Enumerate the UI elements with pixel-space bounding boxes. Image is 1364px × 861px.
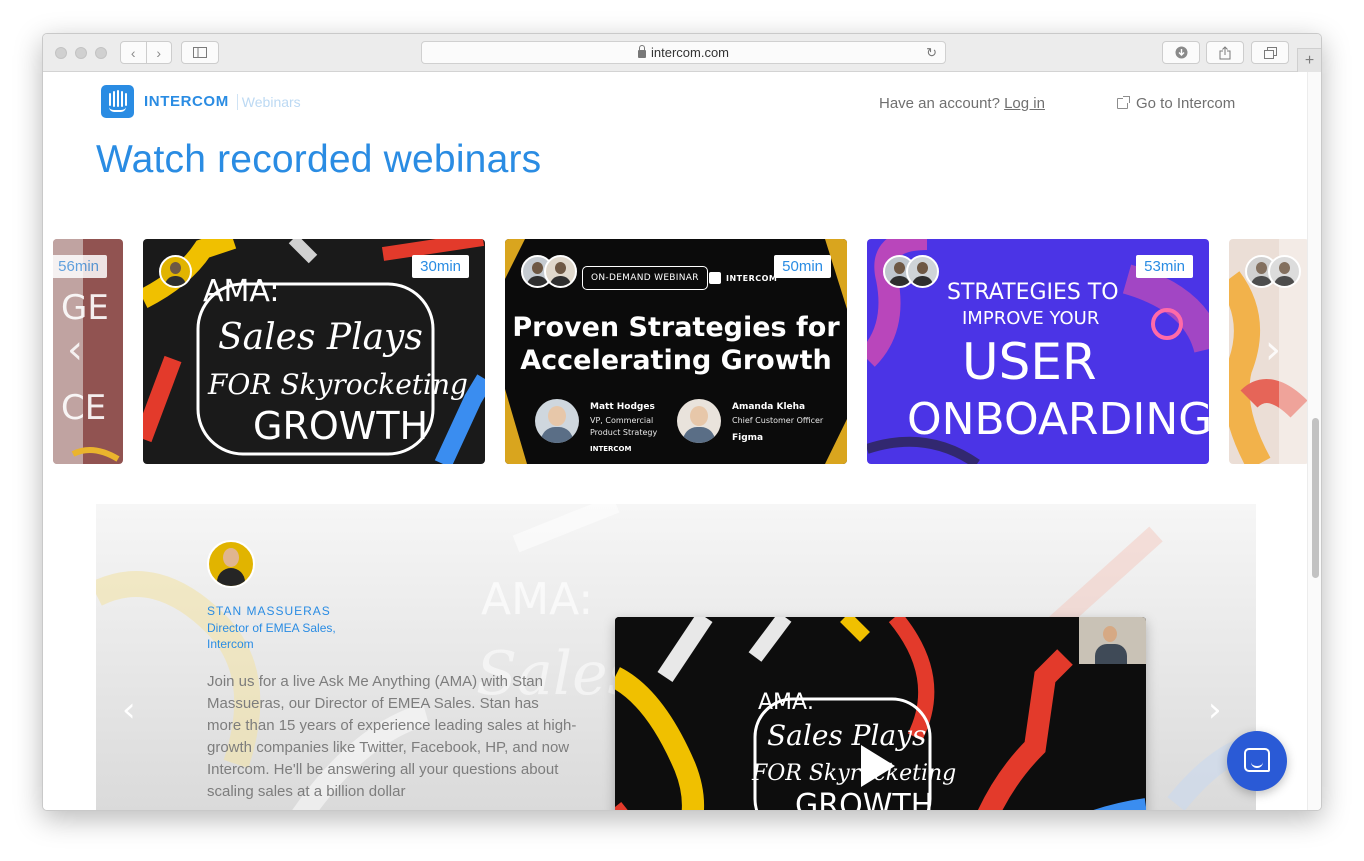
speaker-block: Amanda Kleha Chief Customer Officer Figm…: [677, 399, 823, 443]
brand-name: INTERCOM: [144, 93, 229, 110]
browser-toolbar: ‹ › intercom.com ↻ +: [43, 34, 1321, 72]
svg-text:ONBOARDING: ONBOARDING: [907, 394, 1209, 445]
speaker-avatars: [883, 255, 939, 288]
duration-badge: 53min: [1136, 255, 1193, 278]
avatar: [906, 255, 939, 288]
external-link-icon: [1117, 96, 1130, 109]
share-button[interactable]: [1206, 41, 1244, 64]
speaker-name: STAN MASSUERAS: [207, 604, 331, 618]
go-to-intercom-link[interactable]: Go to Intercom: [1117, 95, 1235, 112]
webpage: INTERCOM Webinars Have an account? Log i…: [43, 72, 1309, 811]
webinar-card[interactable]: AMA: Sales Plays FOR Skyrocketing GROWTH…: [143, 239, 485, 464]
svg-text:GROWTH: GROWTH: [795, 788, 933, 811]
scrollbar[interactable]: [1307, 72, 1321, 810]
url-text: intercom.com: [650, 45, 730, 60]
svg-text:AMA:: AMA:: [758, 690, 814, 715]
address-bar[interactable]: intercom.com ↻: [421, 41, 946, 64]
svg-text:FOR Skyrocketing: FOR Skyrocketing: [751, 761, 956, 786]
svg-text:GROWTH: GROWTH: [253, 404, 428, 448]
svg-text:Sales Plays: Sales Plays: [767, 719, 926, 752]
chevron-left-icon[interactable]: ‹: [121, 42, 146, 63]
svg-text:CE: CE: [61, 388, 106, 428]
speaker-avatars: [521, 255, 577, 288]
speaker-name: Amanda Kleha: [732, 402, 806, 412]
speaker-avatar: [207, 540, 255, 588]
speaker-photo: [677, 399, 721, 443]
page-title: Watch recorded webinars: [96, 138, 542, 181]
share-icon: [1219, 45, 1231, 59]
svg-text:STRATEGIES TO: STRATEGIES TO: [947, 280, 1119, 305]
duration-badge: 30min: [412, 255, 469, 278]
browser-window: ‹ › intercom.com ↻ + INTERCOM Webinars H…: [42, 33, 1322, 811]
tabs-button[interactable]: [1251, 41, 1289, 64]
webinar-card[interactable]: ON-DEMAND WEBINAR INTERCOM Proven Strate…: [505, 239, 847, 464]
sidebar-button[interactable]: [181, 41, 219, 64]
chat-launcher[interactable]: [1227, 731, 1287, 791]
duration-badge: 50min: [774, 255, 831, 278]
history-nav: ‹ ›: [120, 41, 172, 64]
featured-webinar: AMA: Sales STAN MASSUERAS Director of EM…: [96, 504, 1256, 811]
speaker-role: VP, Commercial Product Strategy: [590, 416, 658, 437]
account-prompt: Have an account? Log in: [879, 95, 1045, 112]
duration-badge: 56min: [53, 255, 107, 278]
download-button[interactable]: [1162, 41, 1200, 64]
avatar: [544, 255, 577, 288]
webinar-title: Proven Strategies for Accelerating Growt…: [512, 312, 840, 376]
play-icon[interactable]: [861, 745, 895, 787]
download-icon: [1175, 46, 1187, 59]
svg-text:USER: USER: [962, 333, 1097, 391]
featured-prev-chevron-left-icon[interactable]: ‹: [122, 690, 136, 730]
speaker-company: Figma: [732, 433, 764, 443]
featured-next-chevron-right-icon[interactable]: ›: [1208, 690, 1222, 730]
speaker-role: Director of EMEA Sales, Intercom: [207, 621, 336, 651]
svg-text:IMPROVE YOUR: IMPROVE YOUR: [962, 308, 1099, 329]
video-player[interactable]: AMA: Sales Plays FOR Skyrocketing GROWTH: [615, 617, 1146, 811]
on-demand-badge: ON-DEMAND WEBINAR: [582, 266, 708, 290]
minimize-window-button[interactable]: [75, 47, 87, 59]
chevron-left-icon[interactable]: ‹: [67, 327, 83, 373]
svg-text:AMA:: AMA:: [481, 574, 593, 625]
speaker-name: Matt Hodges: [590, 402, 655, 412]
speaker-photo: [535, 399, 579, 443]
speaker-block: Matt Hodges VP, Commercial Product Strat…: [535, 399, 668, 453]
svg-text:GE: GE: [61, 288, 109, 328]
lock-icon: [637, 44, 646, 58]
intercom-wordmark: INTERCOM: [709, 272, 777, 284]
speaker-avatars: [1245, 255, 1301, 288]
svg-text:Sales Plays: Sales Plays: [218, 317, 423, 358]
webinar-card-next[interactable]: ›: [1229, 239, 1309, 464]
intercom-logo-icon: [101, 85, 134, 118]
svg-text:FOR Skyrocketing: FOR Skyrocketing: [207, 368, 468, 401]
speaker-company: INTERCOM: [590, 445, 632, 453]
login-link[interactable]: Log in: [1004, 95, 1045, 112]
webinar-description: Join us for a live Ask Me Anything (AMA)…: [207, 673, 577, 800]
sidebar-icon: [193, 47, 207, 58]
zoom-window-button[interactable]: [95, 47, 107, 59]
new-tab-button[interactable]: +: [1297, 48, 1321, 72]
speaker-role: Chief Customer Officer: [732, 416, 824, 425]
svg-text:AMA:: AMA:: [203, 274, 280, 309]
go-to-intercom-label: Go to Intercom: [1136, 95, 1236, 112]
avatar: [159, 255, 192, 288]
video-pip-thumbnail: [1079, 617, 1146, 664]
avatar: [1268, 255, 1301, 288]
chevron-right-icon[interactable]: ›: [145, 42, 172, 63]
account-prompt-text: Have an account?: [879, 95, 1000, 112]
close-window-button[interactable]: [55, 47, 67, 59]
section-name: Webinars: [236, 93, 301, 110]
webinar-card[interactable]: STRATEGIES TO IMPROVE YOUR USER ONBOARDI…: [867, 239, 1209, 464]
tabs-icon: [1263, 46, 1277, 59]
webinar-card-previous[interactable]: GE CE 56min ‹: [53, 239, 123, 464]
chat-bubble-icon: [1244, 748, 1270, 772]
reload-icon[interactable]: ↻: [926, 45, 937, 61]
speaker-avatars: [159, 255, 192, 288]
scrollbar-thumb[interactable]: [1312, 418, 1319, 578]
chevron-right-icon[interactable]: ›: [1265, 327, 1281, 373]
intercom-logo[interactable]: INTERCOM Webinars: [101, 85, 301, 118]
